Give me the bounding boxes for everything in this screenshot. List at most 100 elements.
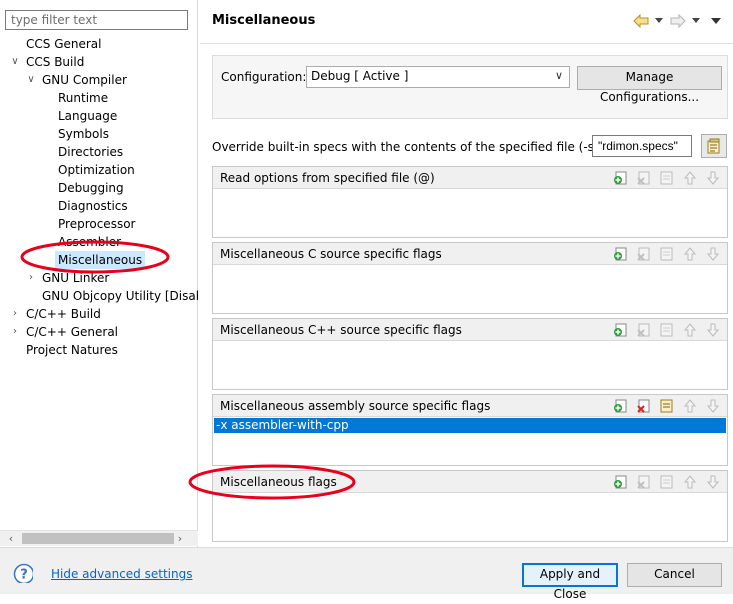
- chevron-down-icon[interactable]: ∨: [25, 71, 37, 89]
- move-down-icon[interactable]: [705, 170, 721, 186]
- specs-file-input[interactable]: [592, 135, 692, 157]
- svg-text:?: ?: [20, 568, 28, 583]
- list-item[interactable]: -x assembler-with-cpp: [214, 418, 726, 433]
- hide-advanced-settings-link[interactable]: Hide advanced settings: [51, 567, 192, 581]
- list-toolbar: [613, 398, 721, 414]
- add-icon[interactable]: [613, 398, 629, 414]
- tree-item-runtime[interactable]: Runtime: [0, 89, 198, 107]
- chevron-right-icon[interactable]: ›: [25, 269, 37, 287]
- tree-item-directories[interactable]: Directories: [0, 143, 198, 161]
- tree-item-cpp-build[interactable]: › C/C++ Build: [0, 305, 198, 323]
- configuration-panel: Configuration: Debug [ Active ] ∨ Manage…: [212, 55, 728, 119]
- tree-item-diagnostics[interactable]: Diagnostics: [0, 197, 198, 215]
- tree-item-symbols[interactable]: Symbols: [0, 125, 198, 143]
- scroll-right-icon[interactable]: ›: [172, 531, 188, 547]
- variables-icon: [707, 138, 720, 154]
- tree-item-label: Debugging: [58, 181, 124, 195]
- edit-icon[interactable]: [659, 474, 675, 490]
- chevron-down-icon: ∨: [554, 69, 563, 82]
- horizontal-scrollbar[interactable]: ‹ ›: [0, 530, 198, 546]
- forward-arrow-icon[interactable]: [670, 14, 686, 28]
- list-header: Miscellaneous C++ source specific flags: [213, 319, 727, 341]
- tree-item-gnu-objcopy[interactable]: GNU Objcopy Utility [Disab: [0, 287, 198, 305]
- tree-item-label: Project Natures: [26, 343, 118, 357]
- move-down-icon[interactable]: [705, 398, 721, 414]
- list-header: Miscellaneous C source specific flags: [213, 243, 727, 265]
- chevron-down-icon[interactable]: ∨: [9, 53, 21, 71]
- chevron-right-icon[interactable]: ›: [9, 323, 21, 341]
- delete-icon[interactable]: [636, 398, 652, 414]
- view-menu-icon[interactable]: [711, 18, 721, 25]
- manage-configurations-button[interactable]: Manage Configurations...: [577, 66, 722, 104]
- add-icon[interactable]: [613, 170, 629, 186]
- move-down-icon[interactable]: [705, 322, 721, 338]
- add-icon[interactable]: [613, 474, 629, 490]
- tree-item-language[interactable]: Language: [0, 107, 198, 125]
- move-up-icon[interactable]: [682, 170, 698, 186]
- preferences-tree-pane: CCS General ∨ CCS Build ∨ GNU Compiler R…: [0, 0, 198, 547]
- tree-item-assembler[interactable]: Assembler: [0, 233, 198, 251]
- configuration-select[interactable]: Debug [ Active ] ∨: [306, 66, 570, 88]
- browse-variables-button[interactable]: [701, 134, 727, 158]
- cpp-flags-list: Miscellaneous C++ source specific flags: [212, 318, 728, 390]
- delete-icon[interactable]: [636, 474, 652, 490]
- tree-item-label: Assembler: [58, 235, 122, 249]
- tree-item-label: Diagnostics: [58, 199, 128, 213]
- tree-item-miscellaneous[interactable]: Miscellaneous: [0, 251, 198, 269]
- tree-item-ccs-general[interactable]: CCS General: [0, 35, 198, 53]
- options-file-list: Read options from specified file (@): [212, 166, 728, 238]
- tree-item-ccs-build[interactable]: ∨ CCS Build: [0, 53, 198, 71]
- edit-icon[interactable]: [659, 246, 675, 262]
- delete-icon[interactable]: [636, 322, 652, 338]
- tree-item-label: C/C++ Build: [26, 307, 101, 321]
- back-menu-chevron-icon[interactable]: [655, 18, 663, 24]
- list-title: Miscellaneous C++ source specific flags: [220, 323, 462, 337]
- edit-icon[interactable]: [659, 170, 675, 186]
- move-up-icon[interactable]: [682, 322, 698, 338]
- tree-filter-input[interactable]: [5, 10, 188, 30]
- move-up-icon[interactable]: [682, 246, 698, 262]
- delete-icon[interactable]: [636, 246, 652, 262]
- tree-item-label: Runtime: [58, 91, 109, 105]
- help-icon[interactable]: ?: [13, 563, 33, 583]
- configuration-label: Configuration:: [221, 70, 307, 84]
- back-arrow-icon[interactable]: [633, 14, 649, 28]
- tree-item-label: Symbols: [58, 127, 109, 141]
- tree-item-project-natures[interactable]: Project Natures: [0, 341, 198, 359]
- tree-item-label: GNU Objcopy Utility [Disab: [42, 289, 198, 303]
- tree-item-label: Language: [58, 109, 118, 123]
- tree-item-gnu-linker[interactable]: › GNU Linker: [0, 269, 198, 287]
- list-header: Read options from specified file (@): [213, 167, 727, 189]
- add-icon[interactable]: [613, 246, 629, 262]
- edit-icon[interactable]: [659, 398, 675, 414]
- scroll-left-icon[interactable]: ‹: [3, 531, 19, 547]
- tree-item-cpp-general[interactable]: › C/C++ General: [0, 323, 198, 341]
- list-title: Miscellaneous assembly source specific f…: [220, 399, 491, 413]
- tree-item-label: GNU Compiler: [42, 73, 127, 87]
- tree-item-optimization[interactable]: Optimization: [0, 161, 198, 179]
- tree-item-label: CCS Build: [26, 55, 85, 69]
- move-up-icon[interactable]: [682, 398, 698, 414]
- delete-icon[interactable]: [636, 170, 652, 186]
- list-toolbar: [613, 170, 721, 186]
- tree-item-gnu-compiler[interactable]: ∨ GNU Compiler: [0, 71, 198, 89]
- c-flags-list: Miscellaneous C source specific flags: [212, 242, 728, 314]
- edit-icon[interactable]: [659, 322, 675, 338]
- tree-item-debugging[interactable]: Debugging: [0, 179, 198, 197]
- list-header: Miscellaneous assembly source specific f…: [213, 395, 727, 417]
- move-down-icon[interactable]: [705, 246, 721, 262]
- tree-item-label: Preprocessor: [58, 217, 136, 231]
- tree-item-label: Miscellaneous: [55, 251, 146, 269]
- forward-menu-chevron-icon[interactable]: [692, 18, 700, 24]
- apply-and-close-button[interactable]: Apply and Close: [522, 563, 618, 601]
- cancel-button[interactable]: Cancel: [627, 563, 722, 587]
- move-up-icon[interactable]: [682, 474, 698, 490]
- chevron-right-icon[interactable]: ›: [9, 305, 21, 323]
- tree-item-preprocessor[interactable]: Preprocessor: [0, 215, 198, 233]
- list-header: Miscellaneous flags: [213, 471, 727, 493]
- add-icon[interactable]: [613, 322, 629, 338]
- move-down-icon[interactable]: [705, 474, 721, 490]
- tree-item-label: CCS General: [26, 37, 102, 51]
- specs-label: Override built-in specs with the content…: [212, 140, 627, 154]
- scrollbar-thumb[interactable]: [22, 533, 174, 544]
